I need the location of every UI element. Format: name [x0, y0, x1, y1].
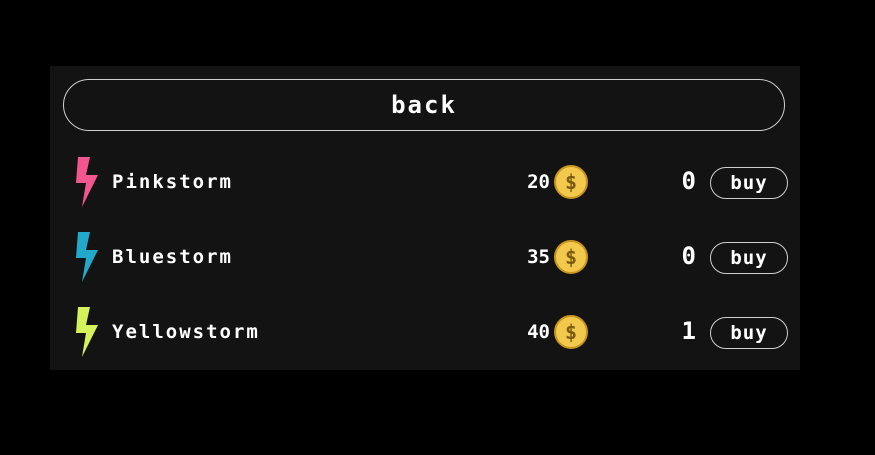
item-owned-count: 0: [681, 167, 696, 195]
item-price: 35: [527, 246, 550, 268]
item-owned-count: 0: [681, 242, 696, 270]
shop-item-row: Bluestorm 35 $ 0 buy: [50, 227, 800, 287]
back-button[interactable]: back: [63, 79, 785, 131]
item-name: Yellowstorm: [112, 321, 260, 343]
back-button-label: back: [391, 91, 457, 119]
buy-button-label: buy: [730, 247, 768, 269]
svg-text:$: $: [565, 170, 577, 194]
shop-item-row: Yellowstorm 40 $ 1 buy: [50, 302, 800, 362]
buy-button-yellowstorm[interactable]: buy: [710, 317, 788, 349]
buy-button-label: buy: [730, 172, 768, 194]
item-name: Bluestorm: [112, 246, 233, 268]
gold-coin-icon: $: [554, 315, 588, 349]
svg-text:$: $: [565, 245, 577, 269]
lightning-bolt-icon: [76, 307, 98, 357]
item-name: Pinkstorm: [112, 171, 233, 193]
lightning-bolt-icon: [76, 232, 98, 282]
gold-coin-icon: $: [554, 165, 588, 199]
item-price: 20: [527, 171, 550, 193]
buy-button-bluestorm[interactable]: buy: [710, 242, 788, 274]
svg-text:$: $: [565, 320, 577, 344]
shop-item-row: Pinkstorm 20 $ 0 buy: [50, 152, 800, 212]
item-price: 40: [527, 321, 550, 343]
lightning-bolt-icon: [76, 157, 98, 207]
buy-button-label: buy: [730, 322, 768, 344]
shop-panel: back Pinkstorm 20 $ 0 buy Bluestorm 35 $…: [50, 66, 800, 370]
buy-button-pinkstorm[interactable]: buy: [710, 167, 788, 199]
gold-coin-icon: $: [554, 240, 588, 274]
item-owned-count: 1: [681, 317, 696, 345]
